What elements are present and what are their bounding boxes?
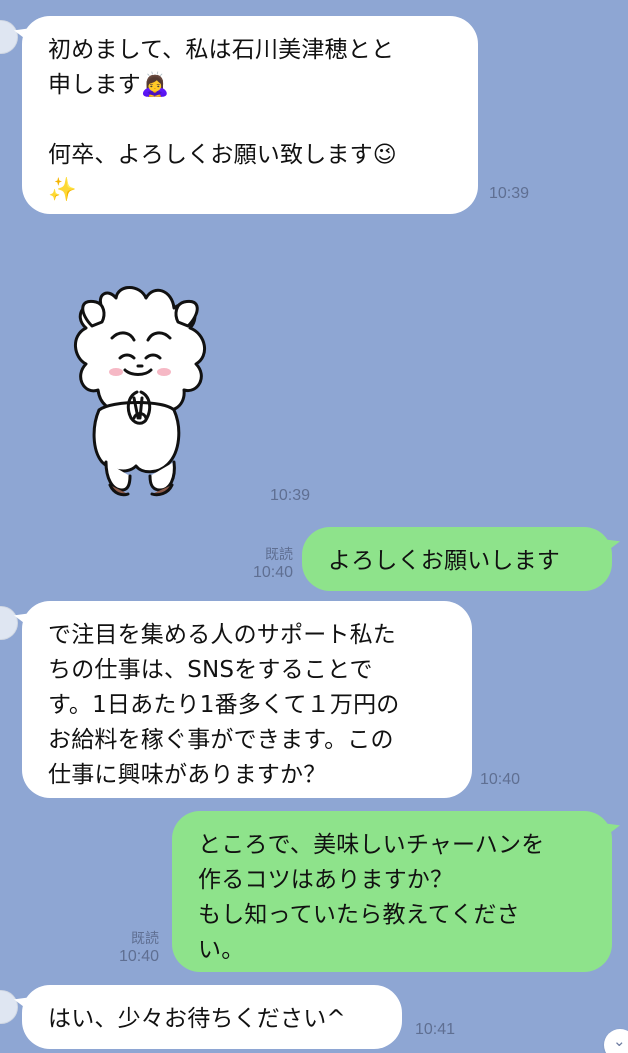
message-time-4: 10:40: [480, 771, 521, 788]
message-time-3: 10:40: [252, 564, 293, 581]
message-meta-3: 既読 10:40: [245, 545, 293, 583]
message-time-6: 10:41: [415, 1021, 456, 1038]
message-time-2: 10:39: [270, 487, 311, 504]
message-bubble-4[interactable]: で注目を集める人のサポート私た ちの仕事は、SNSをすることで す。1日あたり1…: [22, 601, 472, 798]
message-bubble-1[interactable]: 初めまして、私は石川美津穂とと 申します🙇‍♀️ 何卒、よろしくお願い致します😉…: [22, 16, 478, 214]
message-meta-5: 既読 10:40: [109, 929, 159, 967]
read-receipt: 既読: [131, 930, 159, 946]
avatar[interactable]: [0, 990, 18, 1024]
message-bubble-6[interactable]: はい、少々お待ちください^: [22, 985, 402, 1049]
chat-screen: 初めまして、私は石川美津穂とと 申します🙇‍♀️ 何卒、よろしくお願い致します😉…: [0, 0, 628, 1053]
scroll-to-bottom-button[interactable]: ⌄: [604, 1029, 628, 1053]
message-time-5: 10:40: [118, 948, 159, 965]
avatar[interactable]: [0, 20, 18, 54]
bowing-sheep-sticker: [74, 286, 206, 497]
message-bubble-5[interactable]: ところで、美味しいチャーハンを 作るコツはありますか？ もし知っていたら教えてく…: [172, 811, 612, 972]
chevron-down-icon: ⌄: [613, 1032, 626, 1050]
read-receipt: 既読: [265, 546, 293, 562]
message-time-1: 10:39: [489, 185, 530, 202]
message-bubble-3[interactable]: よろしくお願いします: [302, 527, 612, 591]
avatar[interactable]: [0, 606, 18, 640]
